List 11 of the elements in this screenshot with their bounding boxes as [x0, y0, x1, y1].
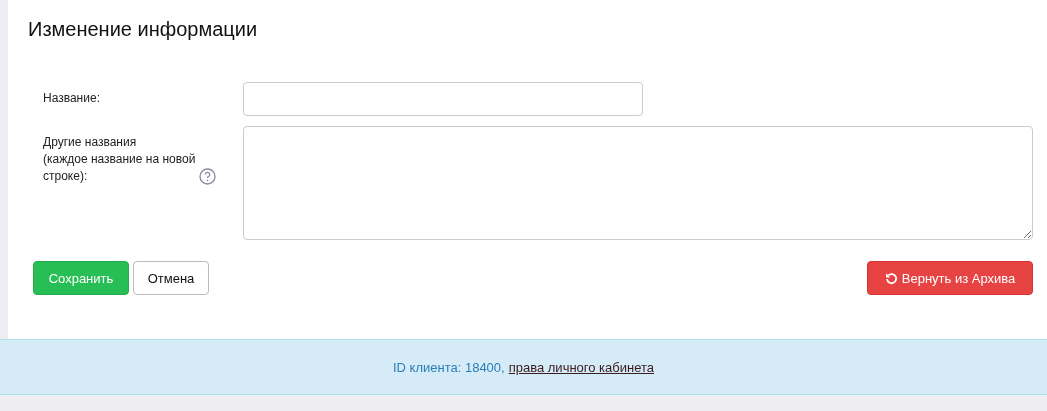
- field-label: Название:: [43, 90, 100, 107]
- help-icon[interactable]: [199, 168, 217, 185]
- name-input[interactable]: [243, 82, 643, 116]
- other-names-textarea[interactable]: [243, 126, 1033, 240]
- cancel-button[interactable]: Отмена: [133, 261, 209, 295]
- field-label: Другие названия (каждое название на новой строке):: [43, 134, 196, 185]
- restore-button[interactable]: Вернуть из Архива: [867, 261, 1033, 295]
- client-id-text: ID клиента: 18400,: [392, 359, 505, 375]
- page-title: Изменение информации: [28, 17, 259, 41]
- undo-icon: [884, 271, 898, 285]
- cabinet-rights-link[interactable]: права личного кабинета: [508, 359, 655, 375]
